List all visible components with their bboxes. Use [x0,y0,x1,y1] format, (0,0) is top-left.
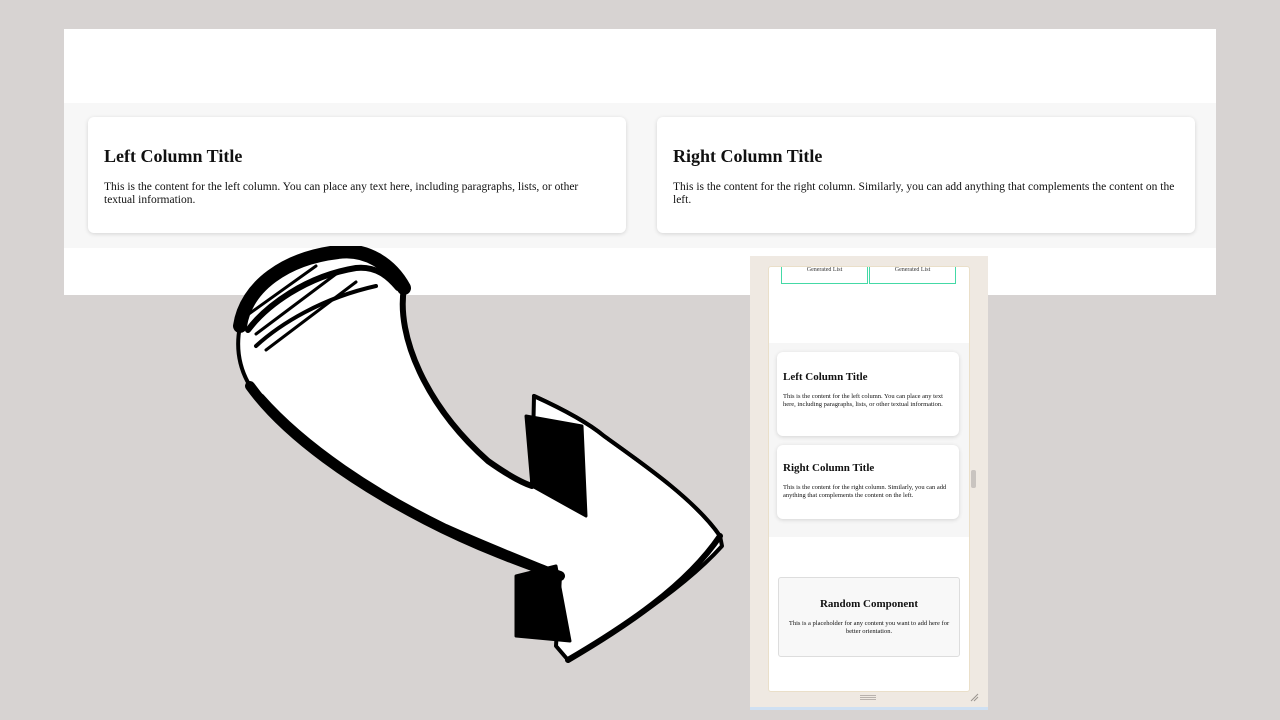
left-column-title: Left Column Title [104,146,243,166]
drag-handle-icon[interactable] [860,695,876,700]
right-column-card: Right Column Title This is the content f… [657,117,1195,233]
mobile-left-column-title: Left Column Title [783,371,868,383]
frame-bottom-border [750,707,988,710]
left-column-card: Left Column Title This is the content fo… [88,117,626,233]
two-column-section: Left Column Title This is the content fo… [64,103,1216,248]
random-component-card: Random Component This is a placeholder f… [778,577,960,657]
mobile-right-column-body: This is the content for the right column… [783,484,947,499]
random-component-body: This is a placeholder for any content yo… [788,620,950,635]
mobile-right-column-title: Right Column Title [783,462,875,474]
generated-list-row: Generated List Generated List [781,267,957,285]
right-column-title: Right Column Title [673,146,823,166]
left-column-body: This is the content for the left column.… [104,181,579,206]
right-column-body: This is the content for the right column… [673,181,1175,206]
mobile-two-column-section: Left Column Title This is the content fo… [769,343,969,537]
mobile-preview-frame: Generated List Generated List Left Colum… [750,256,988,710]
generated-list-box: Generated List [869,267,956,284]
mobile-left-column-body: This is the content for the left column.… [783,393,943,408]
curved-arrow-icon [233,246,724,663]
random-component-title: Random Component [819,598,919,610]
scrollbar-thumb[interactable] [971,470,976,488]
mobile-preview-screen[interactable]: Generated List Generated List Left Colum… [768,266,970,692]
generated-list-box: Generated List [781,267,868,284]
mobile-left-column-card: Left Column Title This is the content fo… [777,352,959,436]
mobile-right-column-card: Right Column Title This is the content f… [777,445,959,519]
resize-grip-icon[interactable] [970,693,979,702]
